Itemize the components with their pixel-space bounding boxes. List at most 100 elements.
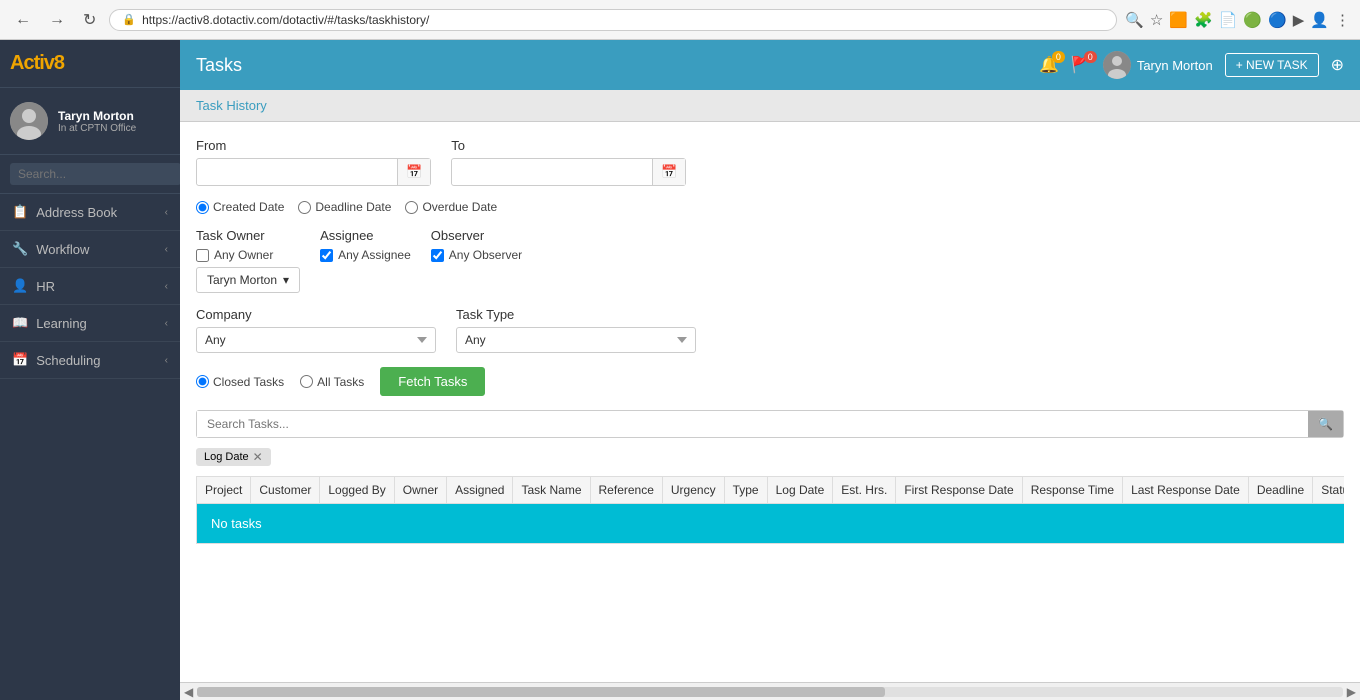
created-date-radio-label[interactable]: Created Date: [196, 200, 284, 214]
sidebar-item-workflow[interactable]: 🔧 Workflow ‹: [0, 231, 180, 268]
col-task-name: Task Name: [513, 477, 590, 504]
ext-btn4[interactable]: 🟢: [1243, 11, 1262, 29]
search-tasks-button[interactable]: 🔍: [1308, 411, 1343, 437]
task-type-label: Task Type: [456, 307, 696, 322]
sidebar-nav: 📋 Address Book ‹ 🔧 Workflow ‹ 👤 HR ‹: [0, 194, 180, 700]
learning-chevron-icon: ‹: [165, 318, 168, 329]
table-header: Project Customer Logged By Owner Assigne…: [197, 477, 1345, 504]
col-log-date: Log Date: [767, 477, 833, 504]
task-owner-dropdown[interactable]: Taryn Morton ▾: [196, 267, 300, 293]
fetch-tasks-button[interactable]: Fetch Tasks: [380, 367, 485, 396]
task-type-select[interactable]: Any: [456, 327, 696, 353]
scroll-thumb[interactable]: [197, 687, 884, 697]
task-table-container: Project Customer Logged By Owner Assigne…: [196, 476, 1344, 544]
scroll-right-arrow[interactable]: ▶: [1347, 685, 1356, 699]
address-book-icon: 📋: [12, 204, 28, 220]
from-calendar-icon[interactable]: 📅: [397, 159, 430, 185]
company-select[interactable]: Any: [196, 327, 436, 353]
assignee-group: Assignee Any Assignee: [320, 228, 411, 262]
col-status: Status: [1313, 477, 1344, 504]
address-book-chevron-icon: ‹: [165, 207, 168, 218]
deadline-date-radio-label[interactable]: Deadline Date: [298, 200, 391, 214]
to-calendar-icon[interactable]: 📅: [652, 159, 685, 185]
any-owner-checkbox[interactable]: [196, 249, 209, 262]
avatar: [10, 102, 48, 140]
workflow-chevron-icon: ‹: [165, 244, 168, 255]
notifications-button[interactable]: 🔔 0: [1039, 55, 1059, 75]
col-project: Project: [197, 477, 251, 504]
search-bar: 🔍: [196, 410, 1344, 438]
no-tasks-row: No tasks: [197, 504, 1345, 544]
notifications-badge: 0: [1052, 51, 1065, 63]
all-tasks-radio-label[interactable]: All Tasks: [300, 375, 364, 389]
col-type: Type: [724, 477, 767, 504]
sidebar-item-learning[interactable]: 📖 Learning ‹: [0, 305, 180, 342]
back-button[interactable]: ←: [10, 9, 36, 31]
ext-btn6[interactable]: ▶: [1293, 11, 1305, 29]
sidebar-item-address-book-left: 📋 Address Book: [12, 204, 117, 220]
from-date-input[interactable]: [197, 160, 397, 184]
sidebar-item-hr-left: 👤 HR: [12, 278, 55, 294]
star-btn[interactable]: ☆: [1150, 11, 1163, 29]
col-est-hrs: Est. Hrs.: [833, 477, 896, 504]
company-tasktype-row: Company Any Task Type Any: [196, 307, 1344, 353]
url-text: https://activ8.dotactiv.com/dotactiv/#/t…: [142, 13, 429, 27]
any-assignee-checkbox[interactable]: [320, 249, 333, 262]
share-button[interactable]: ⊕: [1331, 55, 1344, 75]
overdue-date-radio[interactable]: [405, 201, 418, 214]
col-reference: Reference: [590, 477, 662, 504]
sidebar-item-address-book[interactable]: 📋 Address Book ‹: [0, 194, 180, 231]
workflow-icon: 🔧: [12, 241, 28, 257]
company-label: Company: [196, 307, 436, 322]
any-observer-checkbox[interactable]: [431, 249, 444, 262]
created-date-radio[interactable]: [196, 201, 209, 214]
ext-btn2[interactable]: 🧩: [1194, 11, 1213, 29]
menu-btn[interactable]: ⋮: [1335, 11, 1350, 29]
closed-tasks-radio-label[interactable]: Closed Tasks: [196, 375, 284, 389]
sidebar-search-input[interactable]: [10, 163, 181, 185]
scroll-left-arrow[interactable]: ◀: [184, 685, 193, 699]
sidebar-item-hr[interactable]: 👤 HR ‹: [0, 268, 180, 305]
deadline-date-radio[interactable]: [298, 201, 311, 214]
ext-btn3[interactable]: 📄: [1219, 11, 1238, 29]
log-date-filter-tag: Log Date ✕: [196, 448, 271, 466]
search-tasks-input[interactable]: [197, 411, 1308, 437]
user-profile-btn[interactable]: 👤: [1310, 11, 1329, 29]
search-browser-btn[interactable]: 🔍: [1125, 11, 1144, 29]
closed-tasks-radio[interactable]: [196, 375, 209, 388]
sidebar-item-workflow-left: 🔧 Workflow: [12, 241, 89, 257]
overdue-date-radio-label[interactable]: Overdue Date: [405, 200, 497, 214]
browser-bar: ← → ↻ 🔒 https://activ8.dotactiv.com/dota…: [0, 0, 1360, 40]
sidebar-profile: Taryn Morton In at CPTN Office: [0, 88, 180, 155]
all-tasks-radio[interactable]: [300, 375, 313, 388]
reload-button[interactable]: ↻: [78, 8, 101, 32]
forward-button[interactable]: →: [44, 9, 70, 31]
log-date-tag-remove[interactable]: ✕: [253, 450, 263, 464]
ext-btn1[interactable]: 🟧: [1169, 11, 1188, 29]
messages-button[interactable]: 🚩 0: [1071, 55, 1091, 75]
task-owner-group: Task Owner Any Owner Taryn Morton ▾: [196, 228, 300, 293]
header-actions: 🔔 0 🚩 0 Taryn Morton: [1039, 51, 1344, 79]
content-header: Task History: [180, 90, 1360, 122]
profile-status: In at CPTN Office: [58, 123, 136, 134]
sidebar-item-scheduling[interactable]: 📅 Scheduling ‹: [0, 342, 180, 379]
any-observer-checkbox-label[interactable]: Any Observer: [431, 248, 522, 262]
breadcrumb[interactable]: Task History: [196, 98, 267, 113]
sidebar-item-address-book-label: Address Book: [36, 205, 117, 220]
any-owner-checkbox-label[interactable]: Any Owner: [196, 248, 300, 262]
logo-text-black: Activ: [10, 52, 54, 74]
new-task-button[interactable]: + NEW TASK: [1225, 53, 1319, 77]
owner-assignee-row: Task Owner Any Owner Taryn Morton ▾ Assi…: [196, 228, 1344, 293]
scheduling-chevron-icon: ‹: [165, 355, 168, 366]
scroll-track[interactable]: [197, 687, 1343, 697]
ext-btn5[interactable]: 🔵: [1268, 11, 1287, 29]
col-last-response-date: Last Response Date: [1123, 477, 1249, 504]
task-owner-chevron-icon: ▾: [283, 273, 289, 287]
hr-chevron-icon: ‹: [165, 281, 168, 292]
no-tasks-cell: No tasks: [197, 504, 1345, 544]
deadline-date-label: Deadline Date: [315, 200, 391, 214]
any-assignee-checkbox-label[interactable]: Any Assignee: [320, 248, 411, 262]
sidebar-item-workflow-label: Workflow: [36, 242, 89, 257]
to-date-input[interactable]: [452, 160, 652, 184]
scheduling-icon: 📅: [12, 352, 28, 368]
